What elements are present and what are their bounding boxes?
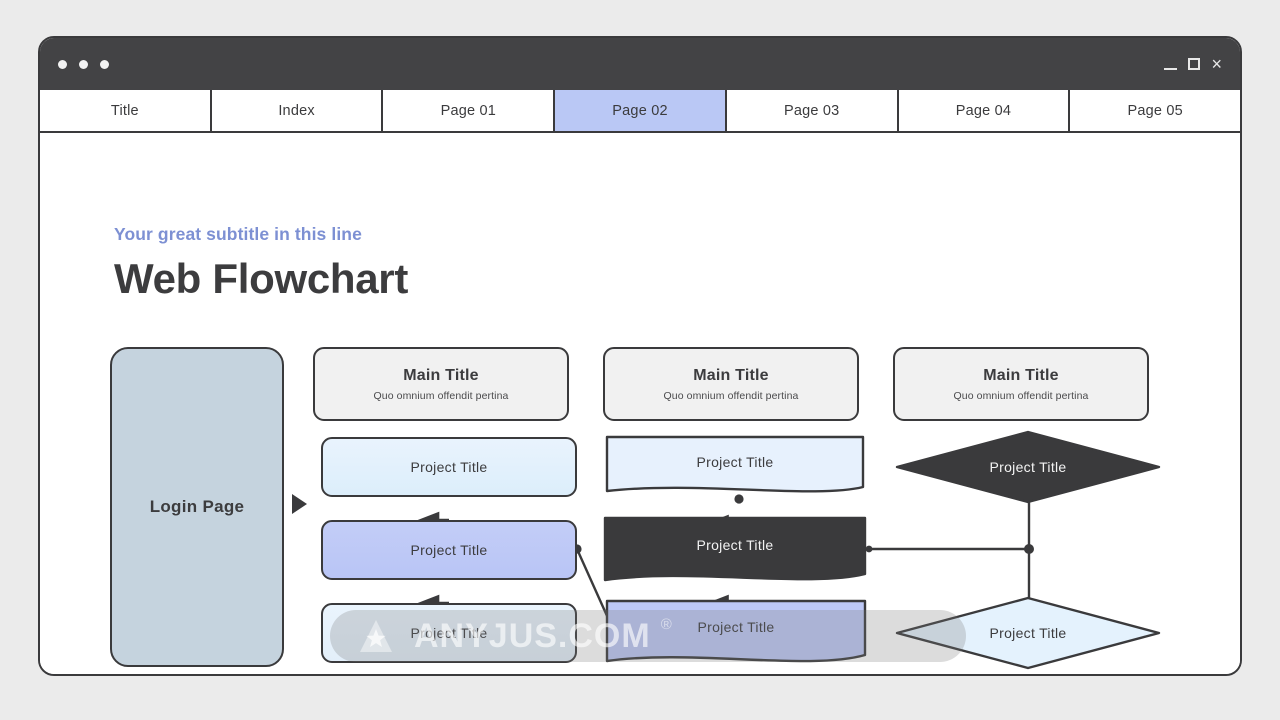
minimize-icon[interactable] xyxy=(1164,67,1178,70)
node-label: Project Title xyxy=(410,625,488,641)
login-page-node[interactable]: Login Page xyxy=(110,347,284,667)
window-titlebar: × xyxy=(40,38,1240,90)
node-label: Project Title xyxy=(410,542,488,558)
tab-page-05[interactable]: Page 05 xyxy=(1070,90,1240,131)
project-title-document-node[interactable] xyxy=(605,599,875,676)
project-title-node[interactable]: Project Title xyxy=(321,603,577,663)
project-title-diamond-node[interactable] xyxy=(894,595,1164,671)
slide-content: Your great subtitle in this line Web Flo… xyxy=(40,133,1240,676)
tab-strip: Title Index Page 01 Page 02 Page 03 Page… xyxy=(40,90,1240,133)
card-subtitle: Quo omnium offendit pertina xyxy=(373,389,509,402)
menu-dot-icon xyxy=(58,59,67,69)
tab-page-03[interactable]: Page 03 xyxy=(726,90,899,131)
project-title-diamond-node[interactable] xyxy=(894,429,1164,505)
node-label: Project Title xyxy=(410,459,488,475)
project-title-node[interactable]: Project Title xyxy=(321,437,577,497)
maximize-icon[interactable] xyxy=(1188,58,1201,70)
menu-dot-icon xyxy=(79,59,88,69)
menu-dot-icon xyxy=(100,59,109,69)
card-title: Main Title xyxy=(693,366,769,384)
tab-index[interactable]: Index xyxy=(211,90,384,131)
play-triangle-icon xyxy=(292,494,307,514)
main-title-card[interactable]: Main Title Quo omnium offendit pertina xyxy=(313,347,569,421)
project-title-node[interactable]: Project Title xyxy=(321,520,577,580)
card-subtitle: Quo omnium offendit pertina xyxy=(953,389,1089,402)
close-icon[interactable]: × xyxy=(1211,55,1222,73)
window-menu-dots[interactable] xyxy=(58,59,109,69)
main-title-card[interactable]: Main Title Quo omnium offendit pertina xyxy=(893,347,1149,421)
login-page-label: Login Page xyxy=(149,497,245,516)
tab-title[interactable]: Title xyxy=(40,90,212,131)
project-title-document-node[interactable] xyxy=(603,516,873,594)
card-title: Main Title xyxy=(403,366,479,384)
card-title: Main Title xyxy=(983,366,1059,384)
main-title-card[interactable]: Main Title Quo omnium offendit pertina xyxy=(603,347,859,421)
tab-page-02[interactable]: Page 02 xyxy=(555,90,727,131)
window-controls: × xyxy=(1164,55,1222,73)
tab-page-01[interactable]: Page 01 xyxy=(383,90,556,131)
browser-window: × Title Index Page 01 Page 02 Page 03 Pa… xyxy=(38,36,1242,676)
card-subtitle: Quo omnium offendit pertina xyxy=(663,389,799,402)
flowchart-canvas: Login Page Main Title Quo omnium offendi… xyxy=(40,133,1240,676)
tab-page-04[interactable]: Page 04 xyxy=(898,90,1071,131)
project-title-document-node[interactable] xyxy=(605,435,875,505)
